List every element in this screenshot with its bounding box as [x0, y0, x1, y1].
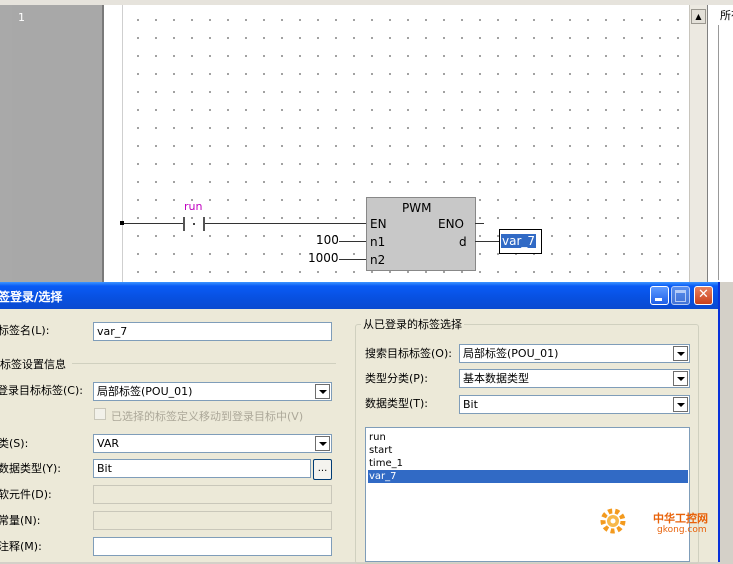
chevron-down-icon[interactable]: [673, 397, 688, 412]
class-value: VAR: [97, 437, 119, 450]
move-definition-checkbox: [94, 408, 106, 420]
right-data-type-label: 数据类型(T):: [365, 397, 429, 410]
output-variable-box[interactable]: var_7: [499, 229, 542, 254]
browse-type-button[interactable]: ...: [313, 459, 332, 480]
right-data-type-select[interactable]: Bit: [459, 395, 690, 414]
list-item[interactable]: time_1: [368, 457, 688, 470]
register-target-label: 登录目标标签(C):: [0, 384, 83, 397]
contact-left-bar[interactable]: [183, 217, 185, 231]
search-target-value: 局部标签(POU_01): [463, 347, 559, 360]
row-number: 1: [18, 11, 25, 24]
data-type-label: 数据类型(Y):: [0, 462, 62, 475]
move-definition-label: 已选择的标签定义移动到登录目标中(V): [111, 410, 304, 423]
tag-name-label: 标签名(L):: [0, 324, 50, 337]
input-n2: n2: [370, 253, 386, 267]
tag-name-field[interactable]: var_7: [93, 322, 332, 341]
data-type-field[interactable]: Bit: [93, 459, 311, 478]
editor-gutter: [104, 5, 123, 282]
output-variable[interactable]: var_7: [501, 234, 537, 248]
close-button[interactable]: ✕: [694, 286, 713, 305]
type-class-value: 基本数据类型: [463, 372, 529, 385]
watermark-name: 中华工控网: [653, 512, 708, 525]
soft-element-field: [93, 485, 332, 504]
editor-vertical-scrollbar[interactable]: ▲: [689, 5, 707, 282]
row-number-column: 1: [12, 5, 104, 282]
constant-label: 常量(N):: [0, 514, 41, 527]
registered-tags-group-title: 从已登录的标签选择: [361, 316, 464, 332]
contact-right-bar[interactable]: [203, 217, 205, 231]
comment-label: 注释(M):: [0, 540, 42, 553]
registered-tag-list[interactable]: run start time_1 var_7: [365, 427, 690, 562]
close-icon: ✕: [698, 287, 709, 302]
dialog-title: 签登录/选择: [0, 290, 63, 304]
n2-wire: [339, 259, 366, 260]
input-n1: n1: [370, 235, 386, 249]
n1-constant[interactable]: 100: [316, 233, 339, 247]
settings-group-title: 标签设置信息: [0, 358, 66, 371]
rung-start-dot: [120, 221, 124, 225]
right-panel-title: 所有: [720, 9, 733, 22]
settings-group-line: [72, 363, 336, 364]
watermark-gear-icon: [600, 508, 626, 534]
n2-constant[interactable]: 1000: [308, 251, 339, 265]
list-item-selected[interactable]: var_7: [368, 470, 688, 483]
chevron-down-icon[interactable]: [673, 346, 688, 361]
list-item[interactable]: run: [368, 431, 688, 444]
chevron-down-icon[interactable]: [315, 436, 330, 451]
register-target-select[interactable]: 局部标签(POU_01): [93, 382, 332, 401]
chevron-down-icon[interactable]: [315, 384, 330, 399]
type-class-label: 类型分类(P):: [365, 372, 428, 385]
constant-field: [93, 511, 332, 530]
contact-label[interactable]: run: [184, 200, 202, 213]
block-title: PWM: [402, 201, 432, 215]
output-d: d: [459, 235, 467, 249]
eno-wire: [475, 223, 484, 224]
register-target-value: 局部标签(POU_01): [97, 385, 193, 398]
maximize-button: [671, 286, 690, 305]
search-target-label: 搜索目标标签(O):: [365, 347, 452, 360]
pwm-function-block[interactable]: PWM EN n1 n2 ENO d: [366, 197, 476, 271]
soft-element-label: 软元件(D):: [0, 488, 52, 501]
dialog-titlebar[interactable]: 签登录/选择 ✕: [0, 282, 718, 309]
type-class-select[interactable]: 基本数据类型: [459, 369, 690, 388]
comment-field[interactable]: [93, 537, 332, 556]
watermark-url: gkong.com: [657, 525, 707, 535]
output-eno: ENO: [438, 217, 465, 231]
class-select[interactable]: VAR: [93, 434, 332, 453]
d-output-wire: [475, 241, 499, 242]
right-panel-list: [718, 25, 733, 280]
right-data-type-value: Bit: [463, 398, 478, 411]
rung-wire-left: [121, 223, 183, 224]
input-en: EN: [370, 217, 387, 231]
right-side-panel: 所有: [707, 5, 733, 282]
chevron-down-icon[interactable]: [673, 371, 688, 386]
minimize-button[interactable]: [650, 286, 669, 305]
list-item[interactable]: start: [368, 444, 688, 457]
rung-wire-to-block: [205, 223, 366, 224]
scroll-up-icon[interactable]: ▲: [691, 9, 706, 24]
n1-wire: [339, 241, 366, 242]
class-label: 类(S):: [0, 437, 29, 450]
contact-center-dot: [193, 223, 195, 225]
search-target-select[interactable]: 局部标签(POU_01): [459, 344, 690, 363]
